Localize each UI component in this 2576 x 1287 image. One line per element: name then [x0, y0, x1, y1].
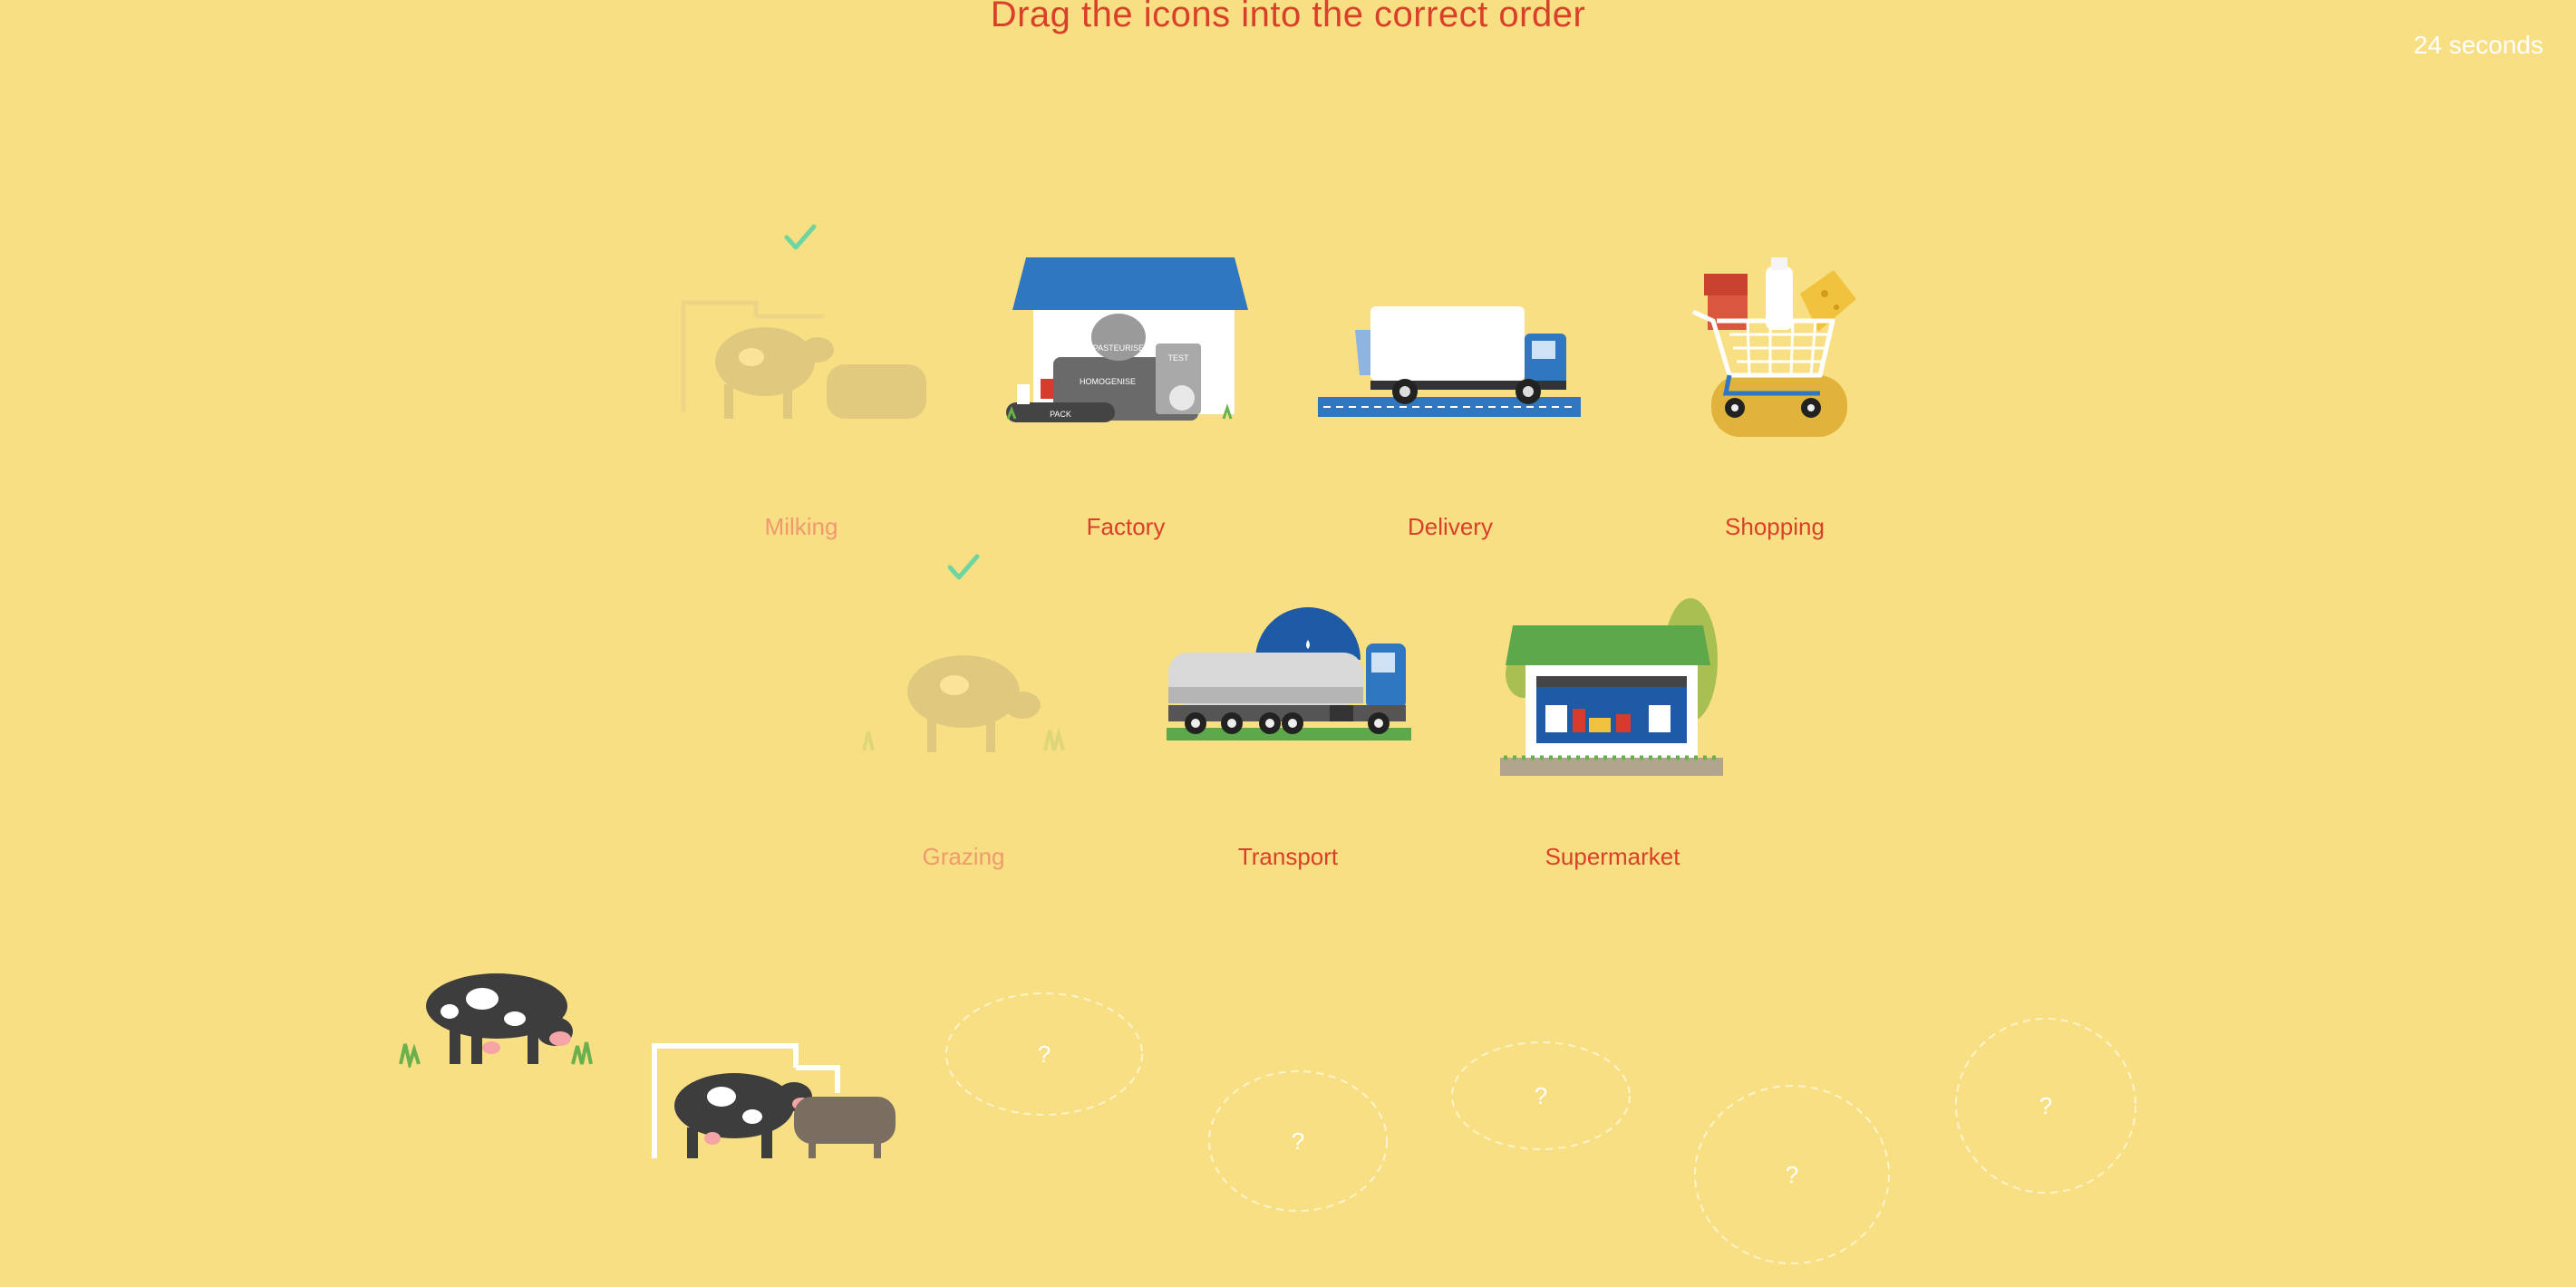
supermarket-icon: [1477, 587, 1748, 823]
grazing-cow-icon: [399, 973, 593, 1068]
drop-slot[interactable]: ?: [1693, 1084, 1891, 1265]
card-label: Grazing: [922, 843, 1005, 870]
drop-slot[interactable]: ?: [944, 992, 1144, 1117]
check-icon: [947, 554, 980, 580]
svg-text:HOMOGENISE: HOMOGENISE: [1080, 377, 1136, 386]
shopping-cart-icon: [1639, 257, 1911, 493]
drop-slot[interactable]: ?: [1207, 1069, 1389, 1213]
drop-slot[interactable]: ?: [1450, 1040, 1632, 1151]
draggable-milking-cow[interactable]: [651, 1040, 899, 1162]
card-shopping[interactable]: Shopping: [1639, 257, 1911, 566]
card-label: Supermarket: [1545, 843, 1680, 870]
milking-cow-icon: [665, 257, 937, 493]
tanker-truck-icon: [1152, 587, 1424, 823]
card-label: Delivery: [1408, 513, 1493, 540]
milking-cow-icon: [652, 1043, 896, 1158]
slot-placeholder: ?: [1291, 1127, 1305, 1155]
svg-text:PACK: PACK: [1050, 410, 1071, 419]
svg-text:TEST: TEST: [1167, 353, 1189, 363]
card-grazing: Grazing: [828, 587, 1099, 895]
drop-slot[interactable]: ?: [1954, 1017, 2137, 1195]
card-transport[interactable]: Transport: [1152, 587, 1424, 895]
card-supermarket[interactable]: Supermarket: [1477, 587, 1748, 895]
card-delivery[interactable]: Delivery: [1314, 257, 1586, 566]
grazing-cow-icon: [828, 587, 1099, 823]
delivery-truck-icon: [1314, 257, 1586, 493]
page-title: Drag the icons into the correct order: [990, 0, 1586, 34]
slot-placeholder: ?: [1037, 1040, 1051, 1068]
check-icon: [784, 224, 817, 250]
svg-text:PASTEURISE: PASTEURISE: [1093, 344, 1144, 353]
card-label: Factory: [1086, 513, 1166, 540]
card-label: Shopping: [1725, 513, 1825, 540]
draggable-grazing-cow[interactable]: [395, 966, 600, 1068]
card-label: Transport: [1237, 843, 1339, 870]
slot-placeholder: ?: [1534, 1081, 1548, 1109]
factory-icon: PASTEURISE TEST HOMOGENISE PACK: [990, 257, 1262, 493]
timer-display: 24 seconds: [2413, 31, 2543, 59]
card-milking: Milking: [665, 257, 937, 566]
card-label: Milking: [764, 513, 838, 540]
slot-placeholder: ?: [1785, 1160, 1799, 1188]
card-factory[interactable]: PASTEURISE TEST HOMOGENISE PACK Factory: [990, 257, 1262, 566]
slot-placeholder: ?: [2039, 1091, 2053, 1119]
